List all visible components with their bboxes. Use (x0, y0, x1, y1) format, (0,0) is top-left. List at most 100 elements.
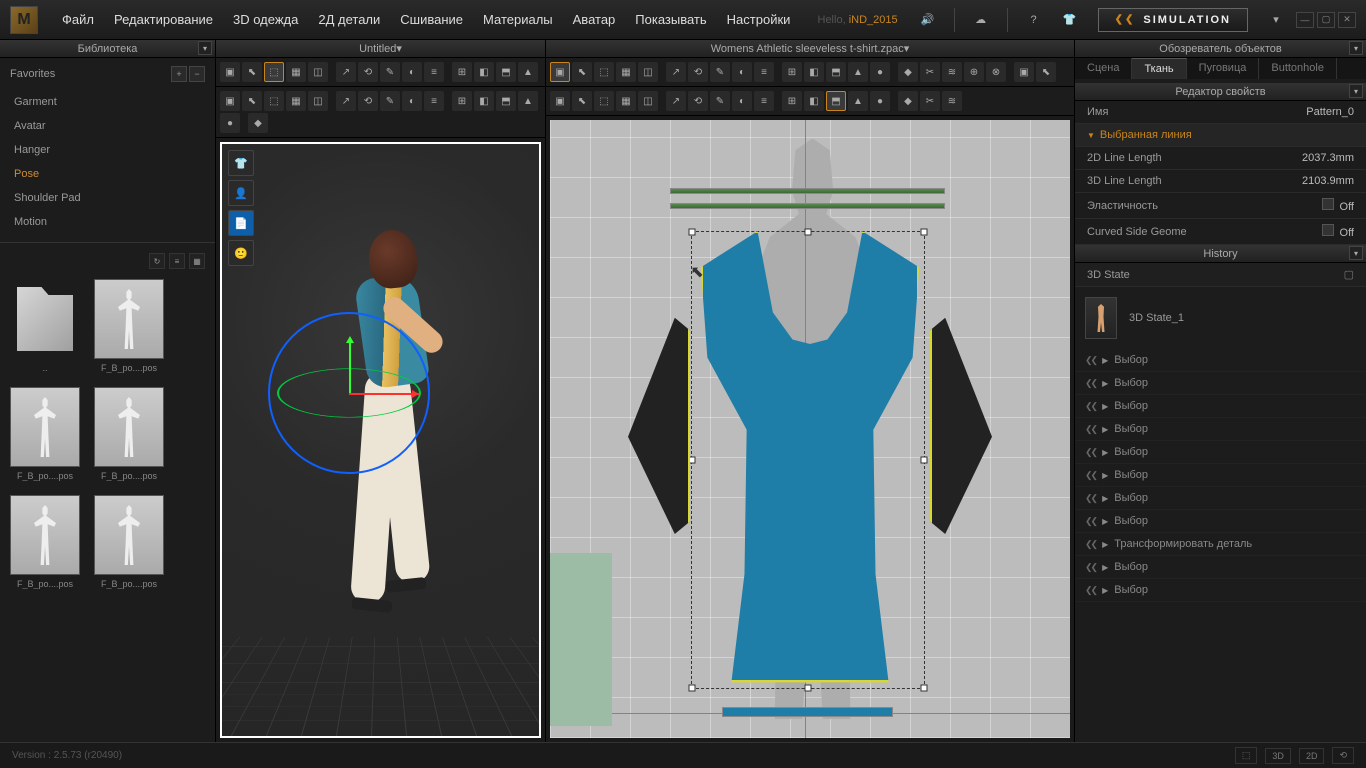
history-item[interactable]: ❮❮▶Выбор (1075, 464, 1366, 487)
tool-button[interactable]: ▣ (550, 62, 570, 82)
panel-options-icon[interactable]: ▾ (1349, 246, 1363, 260)
add-favorite-button[interactable]: + (171, 66, 187, 82)
show-skin-icon[interactable]: 🙂 (228, 240, 254, 266)
property-row[interactable]: ЭластичностьOff (1075, 193, 1366, 219)
close-button[interactable]: ✕ (1338, 12, 1356, 28)
tool-button[interactable]: ⟲ (358, 62, 378, 82)
tool-button[interactable]: ▲ (518, 62, 538, 82)
show-garment-icon[interactable]: 👕 (228, 150, 254, 176)
viewport-2d-canvas[interactable]: ⬉ (550, 120, 1070, 738)
menu-Материалы[interactable]: Материалы (473, 6, 563, 33)
tool-button[interactable]: ◐ (732, 62, 752, 82)
tool-button[interactable]: ≡ (424, 91, 444, 111)
tool-button[interactable]: ↗ (666, 91, 686, 111)
library-item-avatar[interactable]: Avatar (0, 114, 215, 138)
history-item[interactable]: ❮❮▶Выбор (1075, 372, 1366, 395)
remove-favorite-button[interactable]: − (189, 66, 205, 82)
panel-options-icon[interactable]: ▾ (198, 41, 212, 55)
view-2d-button[interactable]: 2D (1299, 748, 1325, 764)
tool-button[interactable]: ▦ (616, 62, 636, 82)
history-item[interactable]: ❮❮▶Выбор (1075, 349, 1366, 372)
tool-button[interactable]: ◧ (474, 62, 494, 82)
tool-button[interactable]: ▦ (286, 62, 306, 82)
tool-button[interactable]: ◆ (248, 113, 268, 133)
view-3d-button[interactable]: 3D (1265, 748, 1291, 764)
pattern-main[interactable] (701, 231, 919, 682)
tool-button[interactable]: ▣ (550, 91, 570, 111)
show-arrangement-icon[interactable]: 📄 (228, 210, 254, 236)
refresh-icon[interactable]: ↻ (149, 253, 165, 269)
tool-button[interactable]: ⟲ (688, 91, 708, 111)
library-item-motion[interactable]: Motion (0, 210, 215, 234)
tool-button[interactable]: ⬉ (1036, 62, 1056, 82)
tab-Сцена[interactable]: Сцена (1075, 58, 1132, 79)
history-item[interactable]: ❮❮▶Выбор (1075, 556, 1366, 579)
tool-button[interactable]: ⊗ (986, 62, 1006, 82)
prop-section-header[interactable]: ▼Выбранная линия (1075, 124, 1366, 147)
tool-button[interactable]: ⊕ (964, 62, 984, 82)
history-item[interactable]: ❮❮▶Выбор (1075, 487, 1366, 510)
property-row[interactable]: 3D Line Length2103.9mm (1075, 170, 1366, 193)
tool-button[interactable]: ◧ (804, 62, 824, 82)
tool-button[interactable]: ✎ (710, 62, 730, 82)
prop-name-value[interactable]: Pattern_0 (1306, 106, 1354, 118)
tool-button[interactable]: ↗ (336, 62, 356, 82)
tool-button[interactable]: ≡ (754, 62, 774, 82)
history-item[interactable]: ❮❮▶Выбор (1075, 395, 1366, 418)
menu-Показывать[interactable]: Показывать (625, 6, 716, 33)
panel-options-icon[interactable]: ▾ (1349, 41, 1363, 55)
maximize-button[interactable]: ▢ (1317, 12, 1335, 28)
tool-button[interactable]: ◫ (308, 62, 328, 82)
pattern-strip-bottom[interactable] (722, 707, 894, 717)
library-item-garment[interactable]: Garment (0, 90, 215, 114)
tool-button[interactable]: ⬒ (496, 62, 516, 82)
tool-button[interactable]: ≋ (942, 91, 962, 111)
tool-button[interactable]: ▲ (518, 91, 538, 111)
pose-thumbnail[interactable]: F_B_po....pos (94, 279, 164, 373)
tool-button[interactable]: ✎ (380, 91, 400, 111)
library-item-pose[interactable]: Pose (0, 162, 215, 186)
tool-button[interactable]: ≡ (424, 62, 444, 82)
menu-Файл[interactable]: Файл (52, 6, 104, 33)
dropdown-icon[interactable]: ▾ (1266, 10, 1286, 30)
minimize-button[interactable]: — (1296, 12, 1314, 28)
tool-button[interactable]: ◫ (308, 91, 328, 111)
tool-button[interactable]: ◧ (804, 91, 824, 111)
tool-button[interactable]: ✂ (920, 91, 940, 111)
tool-button[interactable]: ◐ (732, 91, 752, 111)
list-view-icon[interactable]: ≡ (169, 253, 185, 269)
tool-button[interactable]: ▦ (616, 91, 636, 111)
tool-button[interactable]: ▲ (848, 91, 868, 111)
tool-button[interactable]: ⬒ (826, 62, 846, 82)
tool-button[interactable]: ≡ (754, 91, 774, 111)
property-row[interactable]: Curved Side GeomeOff (1075, 219, 1366, 245)
pose-thumbnail[interactable]: F_B_po....pos (94, 495, 164, 589)
property-row[interactable]: 2D Line Length2037.3mm (1075, 147, 1366, 170)
tool-button[interactable]: ▣ (220, 62, 240, 82)
tool-button[interactable]: ⬉ (242, 62, 262, 82)
history-item[interactable]: ❮❮▶Выбор (1075, 510, 1366, 533)
pose-thumbnail[interactable]: F_B_po....pos (10, 495, 80, 589)
state-name[interactable]: 3D State_1 (1129, 312, 1184, 324)
show-avatar-icon[interactable]: 👤 (228, 180, 254, 206)
tool-button[interactable]: ◫ (638, 62, 658, 82)
grid-view-icon[interactable]: ▦ (189, 253, 205, 269)
tool-button[interactable]: ⊞ (452, 62, 472, 82)
history-item[interactable]: ❮❮▶Выбор (1075, 441, 1366, 464)
cloud-icon[interactable]: ☁ (971, 10, 991, 30)
menu-Редактирование[interactable]: Редактирование (104, 6, 223, 33)
pose-thumbnail[interactable]: F_B_po....pos (94, 387, 164, 481)
menu-Настройки[interactable]: Настройки (717, 6, 801, 33)
tool-button[interactable]: ▣ (1014, 62, 1034, 82)
tool-button[interactable]: ◐ (402, 62, 422, 82)
pattern-corner[interactable] (550, 553, 612, 726)
tool-button[interactable]: ⟲ (688, 62, 708, 82)
tool-button[interactable]: ⬚ (594, 62, 614, 82)
tool-button[interactable]: ✎ (710, 91, 730, 111)
view-reset-button[interactable]: ⟲ (1332, 747, 1354, 764)
menu-Аватар[interactable]: Аватар (563, 6, 626, 33)
shirt-icon[interactable]: 👕 (1060, 10, 1080, 30)
state-thumbnail[interactable] (1085, 297, 1117, 339)
tab-Пуговица[interactable]: Пуговица (1187, 58, 1260, 79)
pose-thumbnail[interactable]: .. (10, 279, 80, 373)
